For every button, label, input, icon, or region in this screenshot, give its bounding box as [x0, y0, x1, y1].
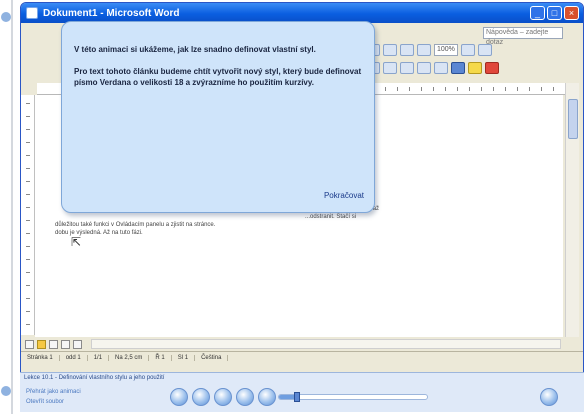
close-button[interactable]: × — [564, 6, 579, 20]
document-line: ...odstranit. Stačí si — [305, 214, 357, 220]
lesson-caption: Lekce 10.1 - Definování vlastního stylu … — [24, 375, 165, 381]
progress-bar[interactable] — [278, 392, 428, 402]
horizontal-scrollbar[interactable] — [91, 339, 561, 349]
decorative-dot-icon — [1, 386, 11, 396]
rewind-icon[interactable] — [170, 388, 188, 406]
status-pages: 1/1 — [88, 354, 110, 361]
document-line: dobu je výsledná. Až na tuto fázi. — [55, 230, 143, 236]
maximize-button[interactable]: □ — [547, 6, 562, 20]
window-title: Dokument1 - Microsoft Word — [43, 7, 180, 19]
status-line: Ř 1 — [149, 354, 172, 361]
status-language: Čeština — [195, 354, 229, 361]
play-animation-link[interactable]: Přehrát jako animaci — [26, 389, 81, 395]
vertical-ruler — [21, 95, 35, 335]
balloon-text: V této animaci si ukážeme, jak lze snadn… — [74, 44, 362, 99]
numbering-icon[interactable] — [417, 62, 431, 74]
web-layout-icon[interactable] — [37, 339, 46, 349]
word-window: Dokument1 - Microsoft Word _ □ × Nápověd… — [20, 2, 584, 412]
status-page: Stránka 1 — [21, 354, 60, 361]
balloon-intro: V této animaci si ukážeme, jak lze snadn… — [74, 45, 316, 54]
align-right-icon[interactable] — [383, 62, 397, 74]
outline-view-icon[interactable] — [61, 339, 70, 349]
justify-icon[interactable] — [400, 62, 414, 74]
reading-view-icon[interactable] — [73, 339, 82, 349]
help-icon[interactable] — [460, 44, 475, 56]
animation-player: Lekce 10.1 - Definování vlastního stylu … — [20, 372, 584, 412]
word-app-icon — [26, 7, 38, 19]
normal-view-icon[interactable] — [25, 339, 34, 349]
document-line: důležitou také funkci v Ovládacím panelu… — [55, 222, 216, 228]
continue-link[interactable]: Pokračovat — [324, 191, 364, 200]
page-margin-strip — [0, 0, 16, 414]
print-layout-icon[interactable] — [49, 339, 58, 349]
prev-icon[interactable] — [192, 388, 210, 406]
bullets-icon[interactable] — [434, 62, 448, 74]
stop-icon[interactable] — [258, 388, 276, 406]
progress-knob[interactable] — [293, 392, 300, 402]
status-position: Na 2,5 cm — [109, 354, 150, 361]
highlight-icon[interactable] — [468, 62, 482, 74]
status-section: odd 1 — [60, 354, 88, 361]
title-bar[interactable]: Dokument1 - Microsoft Word _ □ × — [21, 3, 583, 23]
divider — [11, 0, 13, 414]
next-icon[interactable] — [236, 388, 254, 406]
border-icon[interactable] — [451, 62, 465, 74]
play-icon[interactable] — [214, 388, 232, 406]
zoom-select[interactable]: 100% — [434, 44, 458, 56]
mouse-cursor-icon: ⇱ — [71, 235, 82, 249]
open-file-link[interactable]: Otevřít soubor — [26, 399, 64, 405]
tutorial-balloon: V této animaci si ukážeme, jak lze snadn… — [61, 21, 375, 213]
view-bar — [21, 337, 583, 351]
columns-icon[interactable] — [417, 44, 431, 56]
scroll-thumb[interactable] — [568, 99, 578, 139]
minimize-button[interactable]: _ — [530, 6, 545, 20]
font-color-icon[interactable] — [485, 62, 499, 74]
status-column: Sl 1 — [172, 354, 196, 361]
preview-icon[interactable] — [383, 44, 397, 56]
decorative-dot-icon — [1, 12, 11, 22]
vertical-scrollbar[interactable] — [565, 83, 579, 337]
help-search-input[interactable]: Nápověda – zadejte dotaz — [483, 27, 563, 46]
status-bar: Stránka 1 odd 1 1/1 Na 2,5 cm Ř 1 Sl 1 Č… — [21, 351, 583, 363]
balloon-instructions: Pro text tohoto článku budeme chtít vytv… — [74, 67, 362, 87]
reading-mode-icon[interactable] — [477, 44, 492, 56]
font-name: Verdana — [99, 78, 131, 87]
exit-icon[interactable] — [540, 388, 558, 406]
table-icon[interactable] — [400, 44, 414, 56]
